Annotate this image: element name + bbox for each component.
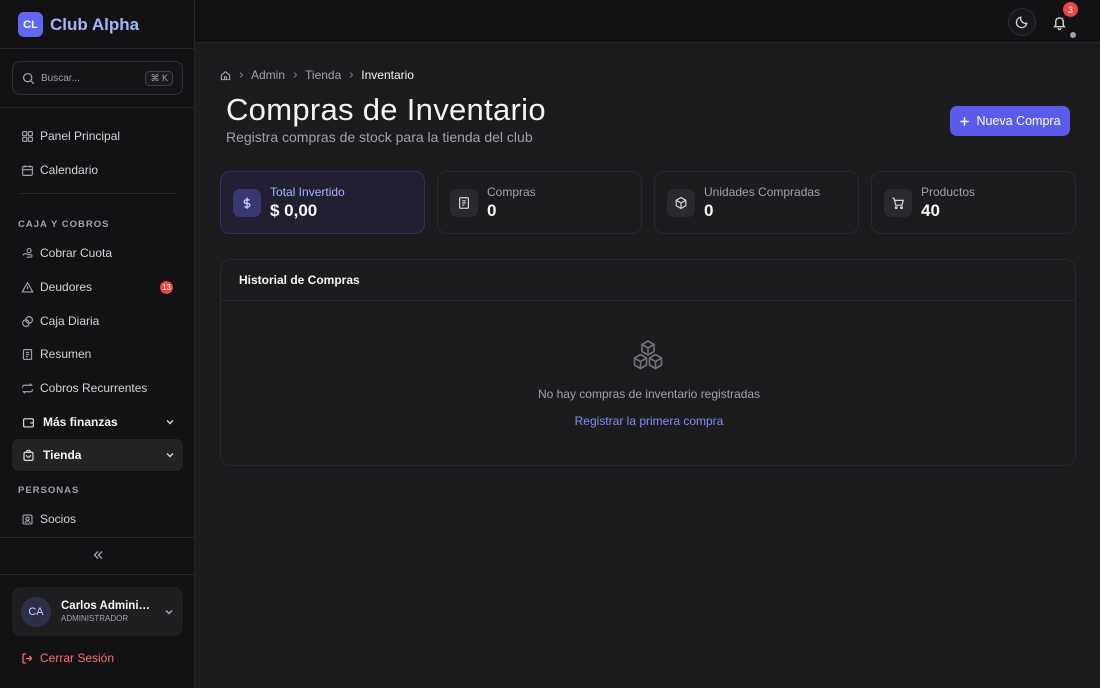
card-title: Historial de Compras xyxy=(221,260,1075,301)
sidebar-group-mas-finanzas[interactable]: Más finanzas xyxy=(12,406,183,438)
sidebar-item-label: Cobros Recurrentes xyxy=(40,381,148,395)
coins-icon xyxy=(22,315,33,327)
boxes-icon xyxy=(633,340,663,370)
home-icon[interactable] xyxy=(220,70,231,81)
hand-coin-icon xyxy=(22,247,33,258)
stat-value: 40 xyxy=(921,200,940,220)
sidebar-item-label: Calendario xyxy=(40,163,99,177)
chevron-down-icon xyxy=(165,609,173,615)
notification-count-badge: 3 xyxy=(1063,2,1078,17)
calendar-icon xyxy=(22,164,33,176)
avatar: CA xyxy=(21,596,51,627)
breadcrumb-admin[interactable]: Admin xyxy=(251,68,285,82)
divider xyxy=(0,107,194,108)
divider xyxy=(0,537,194,538)
section-label-personas: PERSONAS xyxy=(18,485,80,496)
plus-icon xyxy=(960,116,970,126)
stat-card-total-invertido: Total Invertido $ 0,00 xyxy=(220,171,425,234)
sidebar-item-caja-diaria[interactable]: Caja Diaria xyxy=(12,305,183,337)
logout-button[interactable]: Cerrar Sesión xyxy=(21,651,114,665)
search-placeholder: Buscar... xyxy=(41,72,80,84)
new-purchase-button[interactable]: Nueva Compra xyxy=(950,106,1070,136)
breadcrumb-current: Inventario xyxy=(361,68,414,82)
empty-state-text: No hay compras de inventario registradas xyxy=(537,387,761,401)
sidebar-item-label: Socios xyxy=(40,512,77,526)
sidebar-item-label: Cobrar Cuota xyxy=(40,246,113,260)
user-info: Carlos Administrador ADMINISTRADOR xyxy=(61,600,164,623)
shopping-bag-icon xyxy=(23,449,34,461)
divider xyxy=(0,48,194,49)
sidebar-item-cobrar-cuota[interactable]: Cobrar Cuota xyxy=(12,237,183,269)
grid-icon xyxy=(22,130,33,142)
divider xyxy=(20,193,176,194)
stat-label: Unidades Compradas xyxy=(704,184,821,199)
warning-icon xyxy=(21,280,34,293)
chevron-right-icon xyxy=(349,72,354,78)
sidebar-item-resumen[interactable]: Resumen xyxy=(12,338,183,370)
stat-label: Productos xyxy=(921,184,976,199)
stat-value: 0 xyxy=(704,200,714,220)
sidebar-group-tienda[interactable]: Tienda xyxy=(12,439,183,471)
stat-label: Total Invertido xyxy=(270,184,345,199)
sidebar-item-socios[interactable]: Socios xyxy=(12,503,183,535)
page-title: Compras de Inventario xyxy=(226,92,546,127)
theme-toggle-button[interactable] xyxy=(1008,8,1036,36)
chevron-right-icon xyxy=(239,72,244,78)
sidebar-item-label: Panel Principal xyxy=(40,129,121,143)
logout-icon xyxy=(22,652,33,664)
page-subtitle: Registra compras de stock para la tienda… xyxy=(226,129,533,145)
repeat-icon xyxy=(22,382,33,394)
sidebar-item-panel-principal[interactable]: Panel Principal xyxy=(12,120,183,152)
moon-icon xyxy=(1015,16,1028,29)
sidebar-group-label: Más finanzas xyxy=(43,415,118,429)
user-menu[interactable]: CA Carlos Administrador ADMINISTRADOR xyxy=(12,587,183,636)
brand-logo: CL xyxy=(18,12,43,37)
wallet-icon xyxy=(23,417,34,428)
deudores-count-badge: 13 xyxy=(160,281,173,294)
logout-label: Cerrar Sesión xyxy=(40,651,115,665)
id-card-icon xyxy=(22,513,33,525)
topbar xyxy=(195,0,1100,43)
chevron-right-icon xyxy=(293,72,298,78)
box-icon xyxy=(667,188,695,217)
brand-name: Club Alpha xyxy=(50,14,140,34)
register-first-purchase-link[interactable]: Registrar la primera compra xyxy=(221,414,1077,428)
stat-label: Compras xyxy=(487,184,536,199)
chevron-down-icon xyxy=(166,419,174,425)
cart-icon xyxy=(884,188,912,217)
breadcrumb: Admin Tienda Inventario xyxy=(220,67,414,83)
search-input[interactable]: Buscar... ⌘ K xyxy=(12,61,183,95)
new-purchase-label: Nueva Compra xyxy=(976,114,1061,128)
sidebar-item-label: Deudores xyxy=(40,280,93,294)
brand[interactable]: CL Club Alpha xyxy=(18,12,139,37)
receipt-icon xyxy=(450,188,478,217)
stat-card-unidades: Unidades Compradas 0 xyxy=(654,171,859,234)
sidebar-group-label: Tienda xyxy=(43,448,82,462)
sidebar-item-label: Resumen xyxy=(40,347,92,361)
sidebar-item-deudores[interactable]: Deudores 13 xyxy=(12,271,183,303)
sidebar-item-label: Caja Diaria xyxy=(40,314,100,328)
status-dot xyxy=(1070,32,1076,38)
search-shortcut: ⌘ K xyxy=(145,70,173,86)
stat-value: $ 0,00 xyxy=(270,200,318,220)
purchase-history-card: Historial de Compras No hay compras de i… xyxy=(220,259,1076,466)
stat-card-productos: Productos 40 xyxy=(871,171,1076,234)
chevron-down-icon xyxy=(166,452,174,458)
stat-card-compras: Compras 0 xyxy=(437,171,642,234)
breadcrumb-tienda[interactable]: Tienda xyxy=(305,68,341,82)
sidebar-item-calendario[interactable]: Calendario xyxy=(12,154,183,186)
collapse-sidebar-icon[interactable] xyxy=(91,549,105,561)
sidebar: CL Club Alpha Buscar... ⌘ K Panel Princi… xyxy=(0,0,195,688)
user-name: Carlos Administrador xyxy=(61,600,151,612)
divider xyxy=(0,574,194,575)
user-role: ADMINISTRADOR xyxy=(61,614,129,623)
stat-value: 0 xyxy=(487,200,497,220)
bell-icon xyxy=(1052,16,1066,30)
section-label-caja: CAJA Y COBROS xyxy=(18,219,110,230)
receipt-icon xyxy=(22,348,33,360)
search-icon xyxy=(22,72,35,84)
sidebar-item-cobros-recurrentes[interactable]: Cobros Recurrentes xyxy=(12,372,183,404)
dollar-icon xyxy=(233,188,261,217)
